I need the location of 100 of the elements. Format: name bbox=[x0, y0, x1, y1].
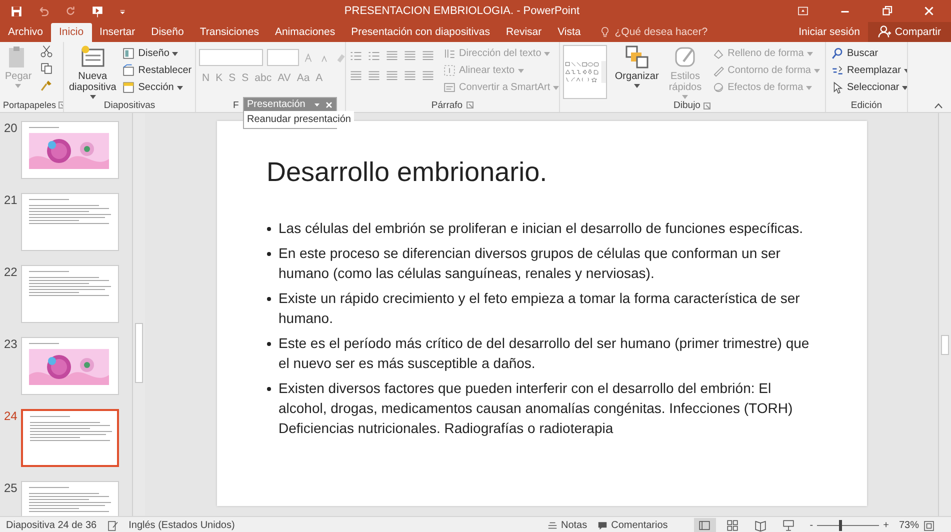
ribbon-button[interactable]: Buscar bbox=[829, 45, 907, 62]
bullet-icon bbox=[266, 227, 270, 231]
arrange-shapes-icon bbox=[624, 45, 649, 69]
comment-icon bbox=[597, 520, 608, 531]
ribbon-tab[interactable]: Insertar bbox=[92, 23, 144, 42]
ribbon-tab[interactable]: Vista bbox=[550, 23, 589, 42]
projector-icon bbox=[782, 519, 796, 532]
spell-check-icon[interactable] bbox=[106, 520, 119, 532]
caret-icon[interactable] bbox=[313, 100, 321, 108]
restore-icon[interactable] bbox=[881, 5, 893, 17]
slide-thumbnail[interactable] bbox=[21, 265, 119, 323]
lightbulb-icon bbox=[598, 26, 611, 38]
ribbon-button[interactable]: Seleccionar bbox=[829, 79, 907, 96]
scrollbar[interactable] bbox=[938, 113, 951, 516]
slide-title: Desarrollo embrionario. bbox=[266, 157, 548, 188]
dialog-launcher-icon[interactable] bbox=[703, 102, 712, 110]
notes-icon bbox=[546, 520, 558, 531]
slide-thumbnail[interactable] bbox=[21, 337, 119, 395]
ribbon-button[interactable]: Diseño bbox=[120, 45, 194, 62]
slide-thumbnail[interactable] bbox=[21, 121, 119, 179]
ribbon-button[interactable]: Organizar bbox=[612, 45, 661, 88]
close-icon[interactable] bbox=[325, 100, 333, 108]
close-icon[interactable] bbox=[923, 5, 935, 17]
layout-icon[interactable] bbox=[122, 47, 136, 60]
font-size-field[interactable] bbox=[267, 49, 299, 66]
ribbon-tab[interactable]: Revisar bbox=[498, 23, 550, 42]
slide-counter: Diapositiva 24 de 36 bbox=[6, 520, 97, 531]
search-icon[interactable] bbox=[831, 47, 844, 60]
scrollbar[interactable] bbox=[132, 113, 145, 516]
slide-number: 25 bbox=[4, 481, 18, 495]
group-label: Portapapeles bbox=[3, 100, 56, 110]
bullet-text: Existen diversos factores que pueden interferir con el desarrollo del embrión: El alcohol, drogas, medicamentos causan anomalías congénitas. Infecciones (TORH) Deficiencias nutricionales. Radiografías o radioterapia bbox=[278, 379, 794, 438]
ribbon-button[interactable]: Reemplazar bbox=[829, 62, 907, 79]
bullet-list-icon[interactable] bbox=[349, 49, 363, 63]
section-icon[interactable] bbox=[122, 81, 136, 94]
ribbon-tab[interactable]: Archivo bbox=[0, 23, 52, 42]
bullet-icon bbox=[266, 387, 270, 391]
numbered-list-icon[interactable] bbox=[367, 49, 381, 63]
ribbon-tab[interactable]: Presentación con diapositivas bbox=[343, 23, 498, 42]
view-button[interactable] bbox=[694, 518, 716, 532]
slide-thumbnail[interactable] bbox=[21, 409, 119, 467]
ribbon-tab[interactable]: Animaciones bbox=[266, 23, 344, 42]
collapse-ribbon-icon[interactable] bbox=[934, 103, 943, 109]
slide-number: 23 bbox=[4, 337, 18, 351]
slideshow-icon[interactable] bbox=[91, 4, 104, 18]
toolbar-title: Presentación bbox=[247, 99, 306, 110]
zoom-level[interactable]: 73% bbox=[898, 520, 919, 531]
zoom-out-button[interactable]: - bbox=[810, 520, 814, 531]
shape-gallery[interactable] bbox=[563, 45, 607, 99]
comments-button[interactable]: Comentarios bbox=[597, 520, 668, 531]
undo-icon[interactable] bbox=[37, 4, 50, 18]
replace-icon[interactable] bbox=[831, 64, 844, 77]
align-center-icon[interactable] bbox=[367, 69, 381, 83]
font-name-field[interactable] bbox=[199, 49, 263, 66]
ribbon-tab[interactable]: Diseño bbox=[143, 23, 192, 42]
pointer-icon[interactable] bbox=[831, 81, 844, 94]
align-right-icon[interactable] bbox=[385, 69, 399, 83]
bullet-icon bbox=[266, 252, 270, 256]
group-label: Párrafo bbox=[431, 100, 463, 110]
book-icon bbox=[754, 519, 768, 532]
slide-number: 20 bbox=[4, 121, 18, 135]
group-label: Edición bbox=[850, 100, 882, 110]
bullet-text: Las células del embrión se proliferan e inician el desarrollo de funciones específicas. bbox=[278, 219, 804, 238]
slide-number: 21 bbox=[4, 193, 18, 207]
share-button[interactable]: Compartir bbox=[868, 22, 951, 42]
bullet-icon bbox=[266, 342, 270, 346]
save-icon[interactable] bbox=[10, 4, 23, 18]
ribbon-button[interactable]: Nueva diapositiva bbox=[67, 45, 118, 99]
fit-slide-icon[interactable] bbox=[923, 520, 935, 532]
align-left-icon[interactable] bbox=[349, 69, 363, 83]
justify-icon[interactable] bbox=[403, 69, 417, 83]
bullet-text: En este proceso se diferencian diversos grupos de células que conforman un ser humano (como las células sanguíneas, renales y nerviosas). bbox=[278, 244, 782, 283]
window-title: PRESENTACION EMBRIOLOGIA. - PowerPoint bbox=[343, 5, 581, 17]
bullet-icon bbox=[266, 297, 270, 301]
redo-icon[interactable] bbox=[64, 4, 77, 18]
group-label: Dibujo bbox=[674, 100, 700, 111]
zoom-in-button[interactable]: + bbox=[883, 520, 889, 531]
ribbon-tab[interactable]: Transiciones bbox=[192, 23, 267, 42]
bullet-text: Este es el período más crítico de del desarrollo del ser humano (primer trimestre) que el nuevo ser es más susceptible a daños. bbox=[278, 334, 810, 373]
slide-thumbnail[interactable] bbox=[21, 193, 119, 251]
sign-in-link[interactable]: Iniciar sesión bbox=[790, 26, 868, 42]
scissors-icon[interactable] bbox=[40, 45, 53, 58]
tell-me-field[interactable]: ¿Qué desea hacer? bbox=[598, 26, 708, 42]
ribbon-display-icon[interactable] bbox=[797, 5, 809, 17]
group-label: Diapositivas bbox=[104, 100, 156, 111]
group-label: F bbox=[233, 100, 239, 110]
slider-thumb[interactable] bbox=[839, 520, 842, 531]
copy-icon[interactable] bbox=[40, 62, 53, 75]
notes-button[interactable]: Notas bbox=[546, 520, 588, 531]
normal-view-icon bbox=[698, 519, 712, 532]
bullet-text: Existe un rápido crecimiento y el feto empieza a tomar la forma característica de ser humano. bbox=[278, 289, 801, 328]
slide-number: 22 bbox=[4, 265, 18, 279]
ribbon-tab[interactable]: Inicio bbox=[51, 23, 92, 42]
slide-number: 24 bbox=[4, 409, 18, 423]
dialog-launcher-icon[interactable] bbox=[466, 101, 474, 109]
new-slide-icon bbox=[80, 45, 105, 69]
language-label[interactable]: Inglés (Estados Unidos) bbox=[128, 520, 235, 531]
ribbon-button[interactable]: Sección bbox=[120, 79, 194, 96]
person-icon bbox=[878, 25, 891, 38]
ribbon-button[interactable]: Restablecer bbox=[120, 62, 194, 79]
